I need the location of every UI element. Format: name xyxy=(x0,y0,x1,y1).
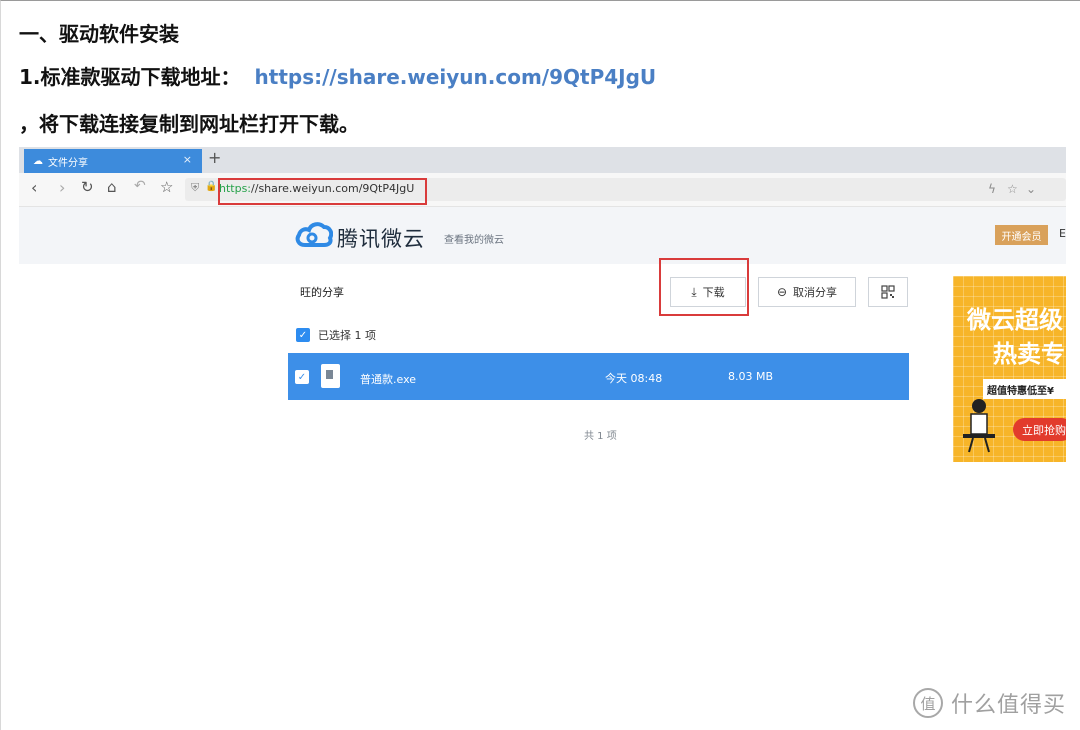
chevron-right-icon[interactable]: › xyxy=(59,178,65,197)
download-address-line: 1.标准款驱动下载地址： https://share.weiyun.com/9Qt… xyxy=(19,61,656,90)
selection-summary: ✓ 已选择 1 项 xyxy=(296,327,376,343)
download-link[interactable]: https://share.weiyun.com/9QtP4JgU xyxy=(255,65,657,89)
total-count: 共 1 项 xyxy=(584,431,617,442)
site-header: 腾讯微云 查看我的微云 开通会员 E xyxy=(19,207,1066,264)
download-highlight-box xyxy=(659,258,749,316)
file-name: 普通款.exe xyxy=(360,373,417,386)
file-size: 8.03 MB xyxy=(728,370,774,383)
my-weiyun-link[interactable]: 查看我的微云 xyxy=(444,231,504,246)
section-heading: 一、驱动软件安装 xyxy=(19,22,179,46)
watermark-text: 什么值得买 xyxy=(951,693,1067,718)
select-all-checkbox[interactable]: ✓ xyxy=(296,328,310,342)
vip-button[interactable]: 开通会员 xyxy=(995,225,1048,245)
tab-file-share[interactable]: ☁ 文件分享 × xyxy=(24,149,202,173)
smzdm-logo-icon: 值 xyxy=(913,688,943,718)
star-icon[interactable]: ☆ xyxy=(160,178,173,196)
qr-code-icon xyxy=(881,285,895,299)
ad-title-line2: 热卖专 xyxy=(993,340,1065,368)
weiyun-logo-icon xyxy=(295,222,333,247)
chevron-left-icon[interactable]: ‹ xyxy=(31,178,37,197)
cancel-share-label: 取消分享 xyxy=(793,286,838,299)
ad-buy-button[interactable]: 立即抢购 xyxy=(1013,418,1066,441)
star-icon[interactable]: ☆ xyxy=(1007,182,1018,196)
person-illustration-icon xyxy=(963,399,995,453)
chevron-down-icon[interactable]: ⌄ xyxy=(1026,182,1036,196)
file-time: 今天 08:48 xyxy=(605,372,663,385)
reload-icon[interactable]: ↻ xyxy=(81,178,94,196)
lightning-icon[interactable]: ϟ xyxy=(988,182,996,196)
share-title: 旺的分享 xyxy=(300,286,344,299)
qr-code-button[interactable] xyxy=(868,277,908,307)
undo-icon[interactable]: ↶ xyxy=(134,178,146,194)
ad-banner[interactable]: 微云超级 热卖专 超值特惠低至¥ 立即抢购 xyxy=(953,276,1066,462)
file-checkbox[interactable]: ✓ xyxy=(295,370,309,384)
ad-title-line1: 微云超级 xyxy=(967,306,1063,334)
selected-count-text: 已选择 1 项 xyxy=(318,329,376,342)
file-row[interactable]: ✓ 普通款.exe 今天 08:48 8.03 MB xyxy=(288,353,909,400)
cancel-share-button[interactable]: ⊖ 取消分享 xyxy=(758,277,856,307)
home-icon[interactable]: ⌂ xyxy=(107,178,117,196)
address-bar: ‹ › ↻ ⌂ ↶ ☆ ⛨ 🔒 https://share.weiyun.com… xyxy=(19,173,1066,207)
cut-off-text: E xyxy=(1059,227,1066,240)
lock-icon: 🔒 xyxy=(205,181,218,192)
minus-circle-icon: ⊖ xyxy=(776,285,788,299)
browser-screenshot: ☁ 文件分享 × + ‹ › ↻ ⌂ ↶ ☆ ⛨ 🔒 https://share… xyxy=(19,147,1066,462)
close-icon[interactable]: × xyxy=(183,153,192,166)
tab-title: 文件分享 xyxy=(48,157,88,169)
document-page: 一、驱动软件安装 1.标准款驱动下载地址： https://share.weiyu… xyxy=(0,0,1080,730)
shield-icon: ⛨ xyxy=(191,181,200,194)
new-tab-button[interactable]: + xyxy=(208,148,221,167)
instruction-text: ，将下载连接复制到网址栏打开下载。 xyxy=(19,112,359,136)
file-icon xyxy=(321,364,340,388)
watermark: 值 什么值得买 xyxy=(913,687,1066,719)
url-highlight-box xyxy=(218,178,427,205)
tab-bar: ☁ 文件分享 × + xyxy=(19,147,1066,173)
logo-text[interactable]: 腾讯微云 xyxy=(337,223,425,253)
cloud-icon: ☁ xyxy=(33,155,43,167)
download-address-label: 1.标准款驱动下载地址： xyxy=(19,65,241,89)
